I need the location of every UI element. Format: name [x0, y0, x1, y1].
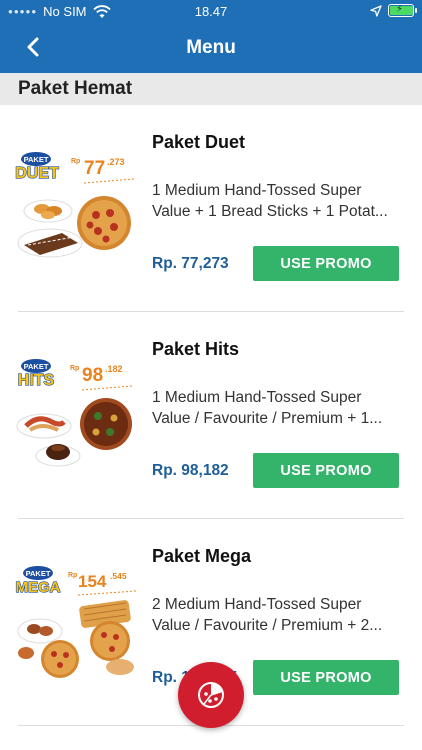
pizza-icon — [198, 682, 224, 708]
svg-text:Rp: Rp — [70, 365, 79, 372]
list-item-paket-duet[interactable]: PAKET DUET Rp 77 .273 Paket Duet 1 Mediu… — [0, 105, 422, 312]
item-description: 2 Medium Hand-Tossed Super Value / Favou… — [152, 596, 383, 634]
svg-text:PAKET: PAKET — [24, 155, 49, 164]
package-list: PAKET DUET Rp 77 .273 Paket Duet 1 Mediu… — [0, 105, 422, 726]
item-title: Paket Duet — [152, 132, 246, 152]
svg-text:Rp: Rp — [71, 158, 80, 165]
package-thumbnail: PAKET HITS Rp 98 .182 — [16, 359, 133, 467]
app-header: ●●●●● No SIM 18.47 ⚡ Menu — [0, 0, 422, 73]
battery-icon: ⚡ — [388, 4, 417, 17]
svg-text:DUET: DUET — [15, 165, 59, 182]
svg-text:154: 154 — [78, 572, 107, 591]
svg-text:PAKET: PAKET — [26, 569, 51, 578]
svg-text:PAKET: PAKET — [24, 362, 49, 371]
item-price: Rp. 98,182 — [152, 462, 229, 479]
svg-text:.545: .545 — [110, 571, 127, 581]
item-price: Rp. 77,273 — [152, 255, 229, 272]
section-header: Paket Hemat — [0, 73, 422, 105]
use-promo-button[interactable]: USE PROMO — [253, 453, 399, 488]
status-right: ⚡ — [370, 4, 417, 17]
section-title: Paket Hemat — [18, 78, 133, 99]
charging-bolt-icon: ⚡ — [396, 4, 404, 15]
svg-text:77: 77 — [84, 158, 105, 179]
item-description: 1 Medium Hand-Tossed Super Value / Favou… — [152, 389, 383, 427]
item-description: 1 Medium Hand-Tossed Super Value + 1 Bre… — [152, 182, 388, 220]
use-promo-button[interactable]: USE PROMO — [253, 246, 399, 281]
status-time: 18.47 — [194, 4, 228, 19]
svg-text:.182: .182 — [105, 364, 123, 374]
package-thumbnail: PAKET DUET Rp 77 .273 — [15, 152, 135, 258]
list-item-paket-hits[interactable]: PAKET HITS Rp 98 .182 Paket Hits 1 Mediu… — [0, 312, 422, 519]
svg-text:HITS: HITS — [18, 372, 55, 389]
navigation-bar: Menu — [0, 22, 422, 73]
svg-text:.273: .273 — [107, 157, 125, 167]
page-title: Menu — [186, 37, 236, 58]
package-thumbnail: PAKET MEGA Rp 154 .545 — [15, 566, 137, 678]
item-title: Paket Mega — [152, 546, 252, 566]
svg-text:Rp: Rp — [68, 572, 77, 579]
use-promo-button[interactable]: USE PROMO — [253, 660, 399, 695]
location-arrow-icon — [370, 4, 382, 17]
pizza-fab-button[interactable] — [178, 662, 244, 728]
svg-text:MEGA: MEGA — [16, 579, 61, 596]
item-title: Paket Hits — [152, 339, 240, 359]
svg-text:98: 98 — [82, 365, 103, 386]
status-bar: ●●●●● No SIM 18.47 ⚡ — [0, 0, 422, 22]
